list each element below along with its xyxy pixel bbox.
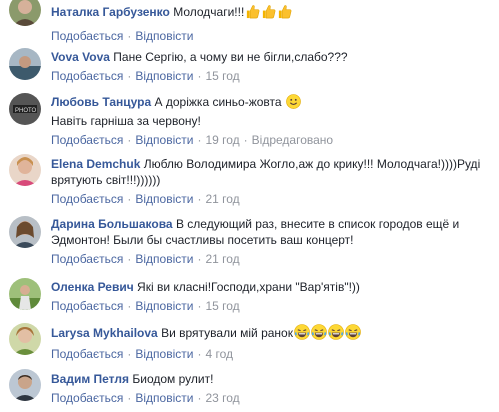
comment-author[interactable]: Дарина Большакова (51, 217, 173, 231)
laughing-icon (294, 324, 310, 344)
timestamp[interactable]: 15 год (205, 299, 239, 313)
separator-dot: · (197, 252, 202, 266)
separator-dot: · (197, 192, 202, 206)
laughing-icon (345, 324, 361, 344)
reply-link[interactable]: Відповісти (135, 29, 193, 43)
thumbs-up-icon (261, 4, 276, 23)
separator-dot: · (127, 347, 132, 361)
avatar[interactable] (9, 0, 41, 26)
comment-text-line2: Навіть гарніша за червону! (51, 114, 201, 128)
edited-label[interactable]: Відредаговано (252, 133, 333, 147)
comment-author[interactable]: Larysa Mykhailova (51, 326, 158, 340)
timestamp[interactable]: 19 год (205, 133, 239, 147)
timestamp[interactable]: 23 год (205, 391, 239, 405)
avatar[interactable] (9, 154, 41, 186)
like-link[interactable]: Подобається (51, 347, 123, 361)
avatar[interactable] (9, 48, 41, 80)
comment-author[interactable]: Вадим Петля (51, 372, 129, 386)
avatar[interactable] (9, 323, 41, 355)
comment-item: Vova Vova Пане Сергію, а чому ви не бігл… (0, 46, 499, 88)
comment-item: Elena Demchuk Люблю Володимира Жогло,аж … (0, 152, 499, 210)
comment-text: Биодом рулит! (132, 372, 214, 386)
laughing-icon (311, 324, 327, 344)
comment-text: Пане Сергію, а чому ви не бігли,слабо??? (113, 50, 348, 64)
comment-author[interactable]: Vova Vova (51, 50, 110, 64)
comment-item: Оленка Ревич Які ви класні!Господи,храни… (0, 276, 499, 318)
like-link[interactable]: Подобається (51, 391, 123, 405)
avatar[interactable]: PHOTO (9, 93, 41, 125)
avatar[interactable] (9, 369, 41, 401)
comment-text: Ви врятували мій ранок (161, 326, 293, 340)
comment-text: А доріжка синьо-жовта (154, 95, 282, 109)
separator-dot: · (197, 69, 202, 83)
separator-dot: · (197, 347, 202, 361)
separator-dot: · (127, 192, 132, 206)
timestamp[interactable]: 21 год (205, 252, 239, 266)
like-link[interactable]: Подобається (51, 252, 123, 266)
separator-dot: · (127, 299, 132, 313)
svg-text:PHOTO: PHOTO (15, 108, 37, 114)
separator-dot: · (127, 29, 132, 43)
timestamp[interactable]: 21 год (205, 192, 239, 206)
avatar[interactable] (9, 216, 41, 248)
separator-dot: · (197, 391, 202, 405)
like-link[interactable]: Подобається (51, 69, 123, 83)
separator-dot: · (197, 133, 202, 147)
like-link[interactable]: Подобається (51, 133, 123, 147)
comment-item: Дарина Большакова В следующий раз, внеси… (0, 214, 499, 272)
reply-link[interactable]: Відповісти (135, 347, 193, 361)
comment-author[interactable]: Наталка Гарбузенко (51, 5, 170, 19)
like-link[interactable]: Подобається (51, 29, 123, 43)
reply-link[interactable]: Відповісти (135, 69, 193, 83)
avatar[interactable] (9, 278, 41, 310)
thumbs-up-icon (245, 4, 260, 23)
reply-link[interactable]: Відповісти (135, 252, 193, 266)
comment-item: Larysa Mykhailova Ви врятували мій ранок… (0, 321, 499, 363)
like-link[interactable]: Подобається (51, 192, 123, 206)
separator-dot: · (127, 252, 132, 266)
separator-dot: · (197, 299, 202, 313)
reply-link[interactable]: Відповісти (135, 133, 193, 147)
thumbs-up-icon (277, 4, 292, 23)
comment-author[interactable]: Elena Demchuk (51, 157, 140, 171)
reply-link[interactable]: Відповісти (135, 391, 193, 405)
comment-text: Які ви класні!Господи,храни "Вар'ятів"!)… (137, 280, 360, 294)
reply-link[interactable]: Відповісти (135, 192, 193, 206)
comment-item: Вадим Петля Биодом рулит! Подобається · Ві… (0, 367, 499, 412)
separator-dot: · (243, 133, 248, 147)
smile-icon (286, 94, 301, 113)
comment-item: Наталка Гарбузенко Молодчаги!!! Подобаєт… (0, 0, 499, 43)
like-link[interactable]: Подобається (51, 299, 123, 313)
comment-author[interactable]: Любовь Танцура (51, 95, 151, 109)
comment-author[interactable]: Оленка Ревич (51, 280, 134, 294)
timestamp[interactable]: 15 год (205, 69, 239, 83)
laughing-icon (328, 324, 344, 344)
separator-dot: · (127, 133, 132, 147)
comment-text: Молодчаги!!! (173, 5, 245, 19)
timestamp[interactable]: 4 год (205, 347, 233, 361)
reply-link[interactable]: Відповісти (135, 299, 193, 313)
comment-item: PHOTO Любовь Танцура А доріжка синьо-жов… (0, 91, 499, 149)
separator-dot: · (127, 69, 132, 83)
separator-dot: · (127, 391, 132, 405)
